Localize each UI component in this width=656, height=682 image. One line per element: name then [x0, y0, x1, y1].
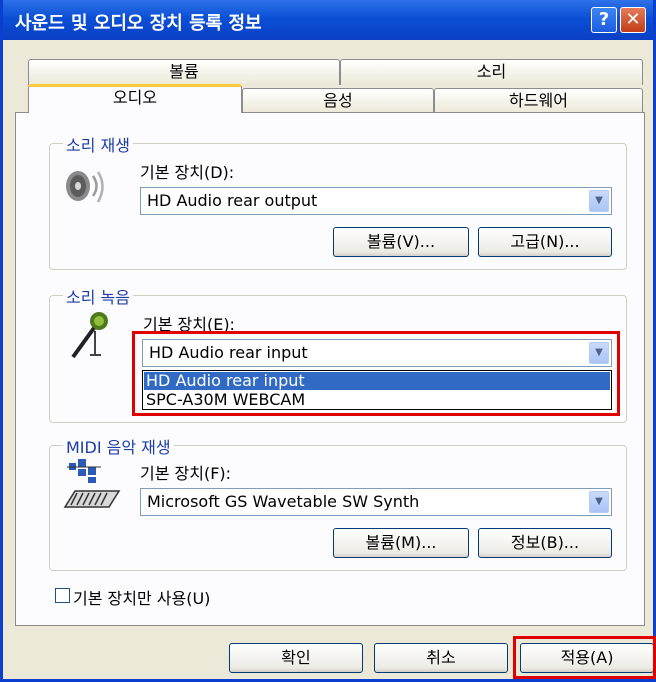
midi-device-label: 기본 장치(F):: [140, 464, 232, 483]
playback-device-label: 기본 장치(D):: [140, 163, 235, 182]
tab-voice[interactable]: 음성: [242, 88, 434, 113]
chevron-down-icon[interactable]: ▼: [589, 491, 609, 513]
default-devices-only-checkbox[interactable]: [55, 588, 70, 603]
midi-keyboard-icon: [63, 459, 121, 508]
tab-sounds[interactable]: 소리: [340, 59, 643, 85]
midi-device-value: Microsoft GS Wavetable SW Synth: [147, 492, 420, 511]
tab-hardware[interactable]: 하드웨어: [434, 88, 643, 113]
cancel-button[interactable]: 취소: [374, 643, 508, 673]
playback-legend: 소리 재생: [63, 132, 133, 156]
midi-info-button[interactable]: 정보(B)...: [478, 528, 612, 558]
window-title: 사운드 및 오디오 장치 등록 정보: [15, 13, 262, 34]
help-button[interactable]: ?: [591, 7, 617, 33]
microphone-icon: [71, 312, 108, 359]
title-bar[interactable]: 사운드 및 오디오 장치 등록 정보 ? ✕: [3, 0, 653, 40]
playback-device-combo[interactable]: HD Audio rear output ▼: [140, 187, 612, 215]
close-button[interactable]: ✕: [620, 7, 646, 33]
midi-volume-button[interactable]: 볼륨(M)...: [333, 528, 469, 558]
default-devices-only-label[interactable]: 기본 장치만 사용(U): [73, 585, 210, 609]
highlight-apply-button: [513, 636, 656, 679]
playback-volume-button[interactable]: 볼륨(V)...: [333, 227, 469, 257]
speaker-icon: [66, 171, 104, 203]
recording-legend: 소리 녹음: [63, 284, 133, 308]
midi-device-combo[interactable]: Microsoft GS Wavetable SW Synth ▼: [140, 488, 612, 516]
ok-button[interactable]: 확인: [229, 643, 363, 673]
highlight-recording-combo: [132, 331, 620, 416]
sound-properties-window: 사운드 및 오디오 장치 등록 정보 ? ✕ 볼륨 소리 오디오 음성 하드웨어…: [0, 0, 656, 682]
chevron-down-icon[interactable]: ▼: [589, 190, 609, 212]
playback-advanced-button[interactable]: 고급(N)...: [478, 227, 612, 257]
tab-volume[interactable]: 볼륨: [28, 59, 340, 85]
tab-audio[interactable]: 오디오: [28, 84, 242, 113]
playback-device-value: HD Audio rear output: [147, 191, 318, 210]
